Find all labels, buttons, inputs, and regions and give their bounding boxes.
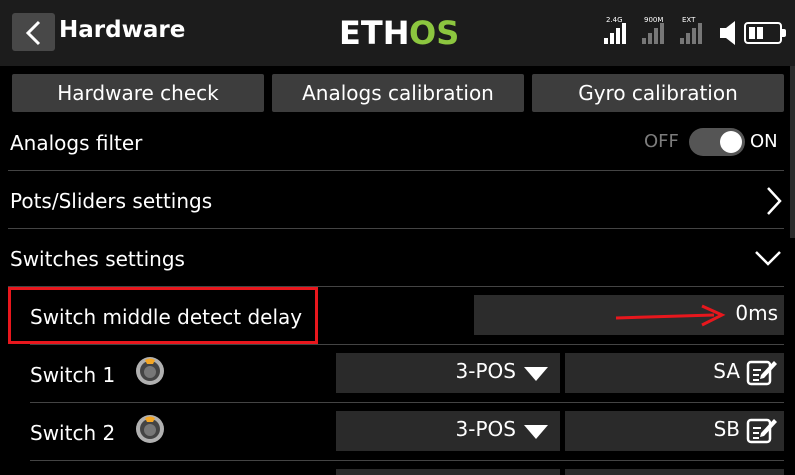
battery-icon (744, 22, 786, 44)
divider (30, 344, 784, 345)
svg-text:ETH: ETH (339, 14, 409, 50)
signal-2g4-icon: 2.4G (604, 12, 634, 52)
svg-text:OS: OS (409, 14, 459, 50)
divider (30, 402, 784, 403)
dropdown-caret-icon (524, 425, 548, 439)
ethos-logo: ETH OS (339, 14, 459, 50)
analogs-filter-toggle[interactable] (689, 128, 745, 156)
toggle-on-label: ON (750, 131, 778, 152)
edit-icon[interactable] (746, 417, 778, 445)
switch-1-type-select[interactable]: 3-POS (336, 353, 560, 393)
scrollbar[interactable] (790, 66, 795, 238)
hardware-check-button[interactable]: Hardware check (12, 74, 264, 112)
edit-icon[interactable] (746, 359, 778, 387)
middle-detect-delay-value: 0ms (735, 301, 778, 325)
divider (8, 170, 784, 171)
page-title: Hardware (59, 17, 186, 43)
gyro-calibration-button[interactable]: Gyro calibration (532, 74, 784, 112)
signal-ext-icon: EXT (680, 12, 710, 52)
switch-1-label: Switch 1 (30, 363, 116, 387)
switch-2-label: Switch 2 (30, 421, 116, 445)
switch-1-source-field[interactable]: SA (565, 353, 784, 393)
chevron-right-icon[interactable] (766, 186, 782, 216)
switch-2-type-select[interactable]: 3-POS (336, 411, 560, 451)
chevron-left-icon (25, 20, 41, 46)
switch-middle-detect-delay-label: Switch middle detect delay (30, 305, 303, 329)
switches-settings-label[interactable]: Switches settings (10, 246, 185, 272)
next-row-partial (336, 469, 560, 475)
dropdown-caret-icon (524, 367, 548, 381)
red-arrow-annotation (615, 304, 726, 327)
pots-sliders-settings-label[interactable]: Pots/Sliders settings (10, 188, 212, 214)
signal-900m-icon: 900M (642, 12, 672, 52)
switch-2-source-field[interactable]: SB (565, 411, 784, 451)
back-button[interactable] (12, 13, 55, 51)
toggle-knob (720, 131, 742, 153)
switch-3pos-icon (136, 415, 164, 443)
analogs-calibration-button[interactable]: Analogs calibration (272, 74, 524, 112)
chevron-down-icon[interactable] (754, 250, 782, 266)
top-bar: Hardware ETH OS 2.4G 900M EXT (0, 0, 795, 66)
switch-3pos-icon (136, 357, 164, 385)
divider (8, 228, 784, 229)
analogs-filter-label: Analogs filter (10, 131, 143, 155)
next-row-partial (565, 469, 784, 475)
speaker-icon (720, 21, 735, 45)
divider (30, 460, 784, 461)
toggle-off-label: OFF (644, 131, 679, 152)
